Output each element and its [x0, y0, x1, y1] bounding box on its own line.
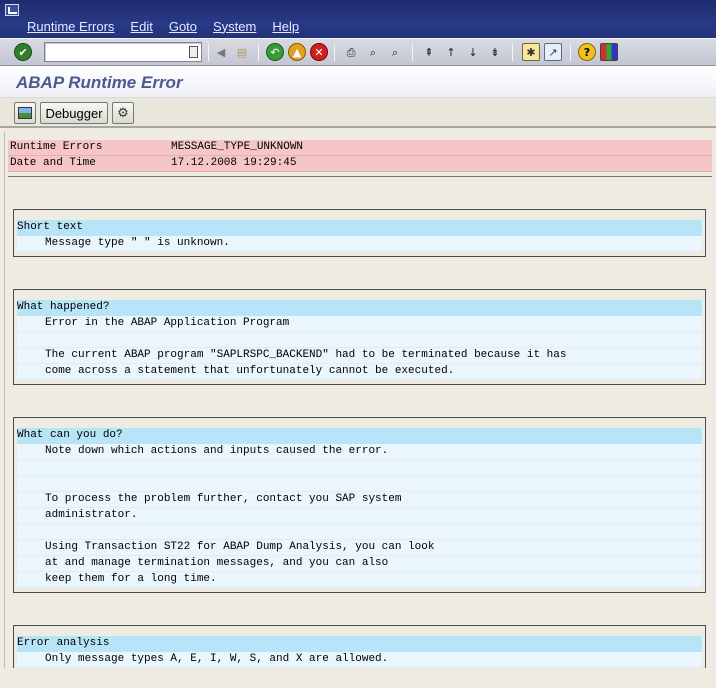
- section-line: Note down which actions and inputs cause…: [17, 444, 702, 460]
- section-line: The current ABAP program "SAPLRSPC_BACKE…: [17, 348, 702, 364]
- section-line: [17, 460, 702, 476]
- date-time-row: Date and Time 17.12.2008 19:29:45: [8, 156, 712, 172]
- exit-icon[interactable]: ▲: [288, 43, 306, 61]
- last-page-icon[interactable]: ⇟: [486, 43, 504, 61]
- help-icon[interactable]: ?: [578, 43, 596, 61]
- enter-check-icon[interactable]: ✔: [14, 43, 32, 61]
- debugger-button[interactable]: Debugger: [40, 102, 108, 124]
- menu-runtime-errors[interactable]: Runtime Errors: [27, 19, 114, 34]
- landscape-icon: [18, 107, 32, 119]
- dump-content: Runtime Errors MESSAGE_TYPE_UNKNOWN Date…: [4, 132, 716, 668]
- section-title: What can you do?: [17, 428, 702, 444]
- section-line: Message type " " is unknown.: [17, 236, 702, 252]
- date-time-label: Date and Time: [10, 157, 96, 169]
- generate-shortcut-icon[interactable]: ↗: [544, 43, 562, 61]
- toolbar-separator: [258, 44, 259, 61]
- menu-help[interactable]: Help: [272, 19, 299, 34]
- system-menu-icon[interactable]: [5, 4, 19, 16]
- runtime-errors-value: MESSAGE_TYPE_UNKNOWN: [171, 141, 304, 153]
- title-bar: ABAP Runtime Error: [0, 66, 716, 98]
- menu-goto[interactable]: Goto: [169, 19, 197, 34]
- section-error-analysis: Error analysis Only message types A, E, …: [13, 625, 706, 668]
- section-line: at and manage termination messages, and …: [17, 556, 702, 572]
- section-line: [17, 332, 702, 348]
- section-line: Only message types A, E, I, W, S, and X …: [17, 652, 702, 668]
- cancel-icon[interactable]: ✕: [310, 43, 328, 61]
- menu-system[interactable]: System: [213, 19, 256, 34]
- find-next-icon[interactable]: ⌕: [386, 43, 404, 61]
- menu-bar: Runtime Errors Edit Goto System Help: [0, 0, 716, 38]
- section-title: Error analysis: [17, 636, 702, 652]
- standard-toolbar: ✔ ◀ ▤ ↶ ▲ ✕ ⎙ ⌕ ⌕ ⇞ ↑ ↓ ⇟ ✱ ↗ ?: [0, 38, 716, 66]
- settings-button[interactable]: ⚙: [112, 102, 134, 124]
- next-page-icon[interactable]: ↓: [464, 43, 482, 61]
- save-icon[interactable]: ▤: [233, 43, 251, 61]
- runtime-errors-row: Runtime Errors MESSAGE_TYPE_UNKNOWN: [8, 140, 712, 156]
- toolbar-separator: [412, 44, 413, 61]
- back-icon[interactable]: ↶: [266, 43, 284, 61]
- find-icon[interactable]: ⌕: [364, 43, 382, 61]
- section-line: Using Transaction ST22 for ABAP Dump Ana…: [17, 540, 702, 556]
- application-toolbar: Debugger ⚙: [0, 98, 716, 128]
- toolbar-separator: [512, 44, 513, 61]
- section-line: [17, 476, 702, 492]
- date-time-value: 17.12.2008 19:29:45: [171, 157, 297, 169]
- customize-layout-icon[interactable]: [600, 43, 618, 61]
- section-line: [17, 524, 702, 540]
- previous-page-icon[interactable]: ↑: [442, 43, 460, 61]
- section-short-text: Short text Message type " " is unknown.: [13, 209, 706, 257]
- section-title: Short text: [17, 220, 702, 236]
- section-what-happened: What happened? Error in the ABAP Applica…: [13, 289, 706, 385]
- toolbar-separator: [208, 44, 209, 61]
- print-icon[interactable]: ⎙: [342, 43, 360, 61]
- menu: Runtime Errors Edit Goto System Help: [27, 19, 299, 34]
- toolbar-separator: [334, 44, 335, 61]
- create-session-icon[interactable]: ✱: [522, 43, 540, 61]
- section-line: keep them for a long time.: [17, 572, 702, 588]
- header-divider: [8, 176, 712, 177]
- command-history-icon[interactable]: [189, 46, 198, 58]
- section-line: To process the problem further, contact …: [17, 492, 702, 508]
- first-page-icon[interactable]: ⇞: [420, 43, 438, 61]
- gear-icon: ⚙: [117, 105, 129, 121]
- command-field[interactable]: [44, 42, 202, 62]
- page-title: ABAP Runtime Error: [16, 73, 183, 92]
- section-what-can-you-do: What can you do? Note down which actions…: [13, 417, 706, 593]
- menu-edit[interactable]: Edit: [130, 19, 152, 34]
- runtime-errors-label: Runtime Errors: [10, 141, 103, 153]
- section-line: come across a statement that unfortunate…: [17, 364, 702, 380]
- section-line: administrator.: [17, 508, 702, 524]
- section-line: Error in the ABAP Application Program: [17, 316, 702, 332]
- toolbar-separator: [570, 44, 571, 61]
- section-title: What happened?: [17, 300, 702, 316]
- arrow-left-icon[interactable]: ◀: [212, 43, 230, 61]
- abap-editor-button[interactable]: [14, 102, 36, 124]
